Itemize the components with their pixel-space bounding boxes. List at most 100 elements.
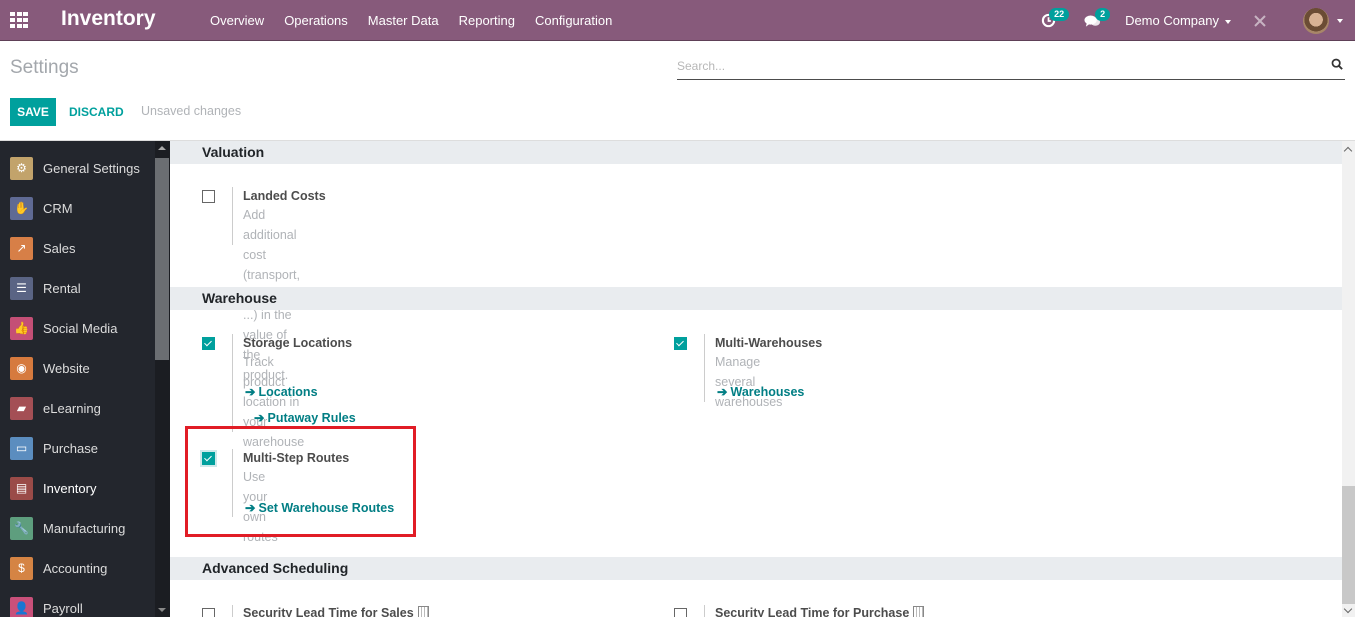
save-button[interactable]: SAVE	[10, 98, 56, 126]
sidebar-item-label: eLearning	[43, 400, 101, 416]
arrow-right-icon: ➔	[717, 385, 728, 399]
company-switcher[interactable]: Demo Company	[1125, 13, 1231, 28]
company-name: Demo Company	[1125, 13, 1219, 28]
top-navbar: Inventory Overview Operations Master Dat…	[0, 0, 1355, 41]
set-warehouse-routes-link[interactable]: ➔ Set Warehouse Routes	[245, 500, 394, 515]
arrow-right-icon: ➔	[254, 411, 265, 425]
tools-icon	[1254, 14, 1266, 27]
section-advanced-scheduling: Advanced Scheduling	[170, 557, 1342, 580]
activity-button[interactable]: 22	[1033, 0, 1070, 41]
invoice-icon: $	[10, 556, 33, 580]
sidebar-item-inventory[interactable]: ▤ Inventory	[0, 468, 155, 508]
divider	[704, 605, 705, 617]
discard-button[interactable]: DISCARD	[69, 98, 124, 126]
divider	[232, 605, 233, 617]
sidebar-item-label: General Settings	[43, 160, 140, 176]
menu-overview[interactable]: Overview	[200, 13, 274, 28]
menu-operations[interactable]: Operations	[274, 13, 358, 28]
section-title: Warehouse	[202, 290, 277, 306]
security-lead-sales-checkbox[interactable]	[202, 608, 215, 617]
setting-title: Multi-Step Routes	[243, 451, 350, 465]
divider	[232, 334, 233, 432]
settings-sidebar: ⚙ General Settings ✋ CRM ↗ Sales ☰ Renta…	[0, 140, 170, 617]
menu-reporting[interactable]: Reporting	[449, 13, 525, 28]
sidebar-item-label: Sales	[43, 240, 76, 256]
setting-title-text: Security Lead Time for Sales	[243, 606, 414, 617]
apps-menu-icon[interactable]	[10, 12, 28, 28]
setting-title-text: Security Lead Time for Purchase	[715, 606, 910, 617]
security-lead-purchase-checkbox[interactable]	[674, 608, 687, 617]
setting-title: Landed Costs	[243, 189, 326, 203]
main-menu: Overview Operations Master Data Reportin…	[200, 0, 622, 41]
sidebar-item-payroll[interactable]: 👤 Payroll	[0, 588, 155, 617]
multi-warehouses-checkbox[interactable]	[674, 337, 687, 350]
company-specific-icon	[913, 606, 925, 617]
handshake-icon: ✋	[10, 196, 33, 220]
sidebar-item-label: Social Media	[43, 320, 118, 336]
search-input[interactable]	[677, 54, 1317, 73]
sidebar-item-label: Website	[43, 360, 90, 376]
debug-tools-button[interactable]	[1245, 0, 1275, 41]
putaway-rules-link[interactable]: ➔ Putaway Rules	[254, 410, 356, 425]
sidebar-item-sales[interactable]: ↗ Sales	[0, 228, 155, 268]
messages-button[interactable]: 2	[1077, 0, 1111, 41]
arrow-right-icon: ➔	[245, 385, 256, 399]
sidebar-item-label: Payroll	[43, 600, 83, 616]
sidebar-item-purchase[interactable]: ▭ Purchase	[0, 428, 155, 468]
sidebar-item-crm[interactable]: ✋ CRM	[0, 188, 155, 228]
wrench-icon: 🔧	[10, 516, 33, 540]
user-avatar[interactable]	[1303, 7, 1329, 34]
section-valuation: Valuation	[170, 141, 1342, 164]
search-bar	[677, 54, 1345, 80]
sidebar-item-website[interactable]: ◉ Website	[0, 348, 155, 388]
unsaved-changes-status: Unsaved changes	[141, 104, 242, 118]
setting-title: Storage Locations	[243, 336, 353, 350]
sidebar-item-label: Manufacturing	[43, 520, 126, 536]
search-icon[interactable]	[1331, 58, 1343, 70]
sidebar-item-manufacturing[interactable]: 🔧 Manufacturing	[0, 508, 155, 548]
divider	[704, 334, 705, 402]
section-title: Advanced Scheduling	[202, 560, 349, 576]
sidebar-item-label: CRM	[43, 200, 73, 216]
messages-badge: 2	[1095, 8, 1111, 21]
sidebar-item-accounting[interactable]: $ Accounting	[0, 548, 155, 588]
sidebar-item-rental[interactable]: ☰ Rental	[0, 268, 155, 308]
setting-title: Multi-Warehouses	[715, 336, 823, 350]
sidebar-item-label: Inventory	[43, 480, 97, 496]
chart-line-icon: ↗	[10, 236, 33, 260]
caret-down-icon	[1225, 19, 1231, 24]
sidebar-item-elearning[interactable]: ▰ eLearning	[0, 388, 155, 428]
globe-icon: ◉	[10, 356, 33, 380]
gear-icon: ⚙	[10, 156, 33, 180]
divider	[232, 449, 233, 517]
settings-content: Valuation Landed Costs Add additional co…	[170, 140, 1355, 617]
link-label: Set Warehouse Routes	[258, 501, 395, 515]
sidebar-item-general-settings[interactable]: ⚙ General Settings	[0, 148, 155, 188]
sidebar-scrollbar-thumb[interactable]	[155, 158, 169, 360]
setting-description: Manage several warehouses	[715, 355, 783, 409]
sidebar-item-social-media[interactable]: 👍 Social Media	[0, 308, 155, 348]
setting-description: Track product location in your warehouse	[243, 355, 305, 449]
landed-costs-checkbox[interactable]	[202, 190, 215, 203]
storage-locations-checkbox[interactable]	[202, 337, 215, 350]
scroll-up-icon[interactable]	[158, 146, 166, 150]
elearning-icon: ▰	[10, 396, 33, 420]
multi-step-routes-checkbox[interactable]	[202, 452, 215, 465]
locations-link[interactable]: ➔ Locations	[245, 384, 318, 399]
content-scrollbar-thumb[interactable]	[1342, 486, 1355, 604]
divider	[232, 187, 233, 245]
user-menu-caret-icon[interactable]	[1337, 18, 1343, 23]
warehouses-link[interactable]: ➔ Warehouses	[717, 384, 804, 399]
menu-configuration[interactable]: Configuration	[525, 13, 622, 28]
menu-master-data[interactable]: Master Data	[358, 13, 449, 28]
sidebar-item-label: Rental	[43, 280, 81, 296]
link-label: Putaway Rules	[267, 411, 356, 425]
company-specific-icon	[417, 606, 429, 617]
setting-title: Security Lead Time for Purchase	[715, 606, 925, 617]
scroll-down-icon[interactable]	[158, 608, 166, 612]
arrow-right-icon: ➔	[245, 501, 256, 515]
sidebar-item-label: Accounting	[43, 560, 108, 576]
section-warehouse: Warehouse	[170, 287, 1342, 310]
payroll-icon: 👤	[10, 596, 33, 617]
app-title: Inventory	[61, 7, 156, 30]
